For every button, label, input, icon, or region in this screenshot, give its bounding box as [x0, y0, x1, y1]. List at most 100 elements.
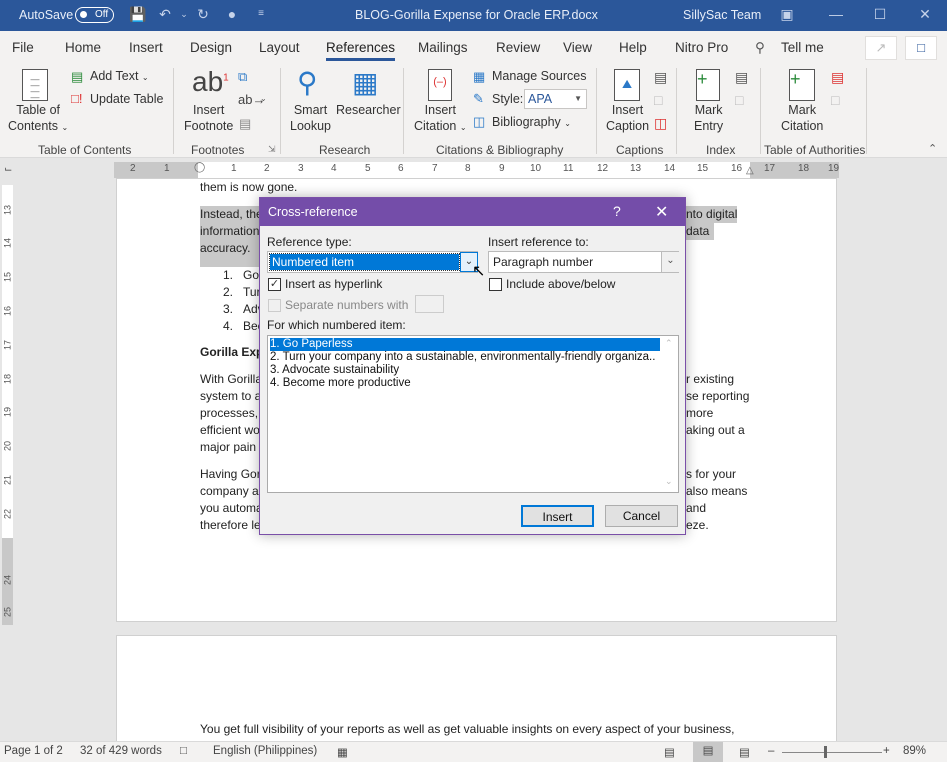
- word-count[interactable]: 32 of 429 words: [80, 745, 162, 757]
- tab-review[interactable]: Review: [496, 40, 540, 55]
- insert-table-of-figures-icon[interactable]: ▤: [654, 69, 667, 86]
- vertical-ruler[interactable]: 13 14 15 16 17 18 19 20 21 22 24 25: [2, 185, 13, 625]
- update-table-figures-icon[interactable]: □: [654, 92, 662, 108]
- undo-dropdown-icon[interactable]: ⌄: [176, 6, 192, 22]
- ruler-number: 14: [2, 238, 13, 249]
- insert-index-icon[interactable]: ▤: [735, 69, 748, 86]
- right-indent-marker[interactable]: △: [746, 165, 754, 176]
- maximize-icon[interactable]: ☐: [872, 6, 888, 22]
- separate-numbers-checkbox[interactable]: [268, 299, 281, 312]
- tab-help[interactable]: Help: [619, 40, 647, 55]
- researcher-button[interactable]: Researcher: [336, 102, 401, 118]
- minimize-icon[interactable]: —: [828, 6, 844, 22]
- bibliography-button[interactable]: Bibliography ⌄: [492, 115, 571, 129]
- undo-icon[interactable]: ↶: [157, 6, 173, 22]
- tab-layout[interactable]: Layout: [259, 40, 300, 55]
- mark-entry-button[interactable]: Mark Entry: [694, 102, 723, 134]
- search-icon[interactable]: ⚲: [755, 40, 765, 56]
- read-mode-icon[interactable]: ▤: [664, 745, 675, 759]
- language[interactable]: English (Philippines): [213, 745, 317, 757]
- tab-file[interactable]: File: [12, 40, 34, 55]
- share-button[interactable]: ↗: [865, 36, 897, 60]
- entry-label-1: Mark: [694, 103, 723, 117]
- paragraph-line: and: [686, 501, 707, 515]
- section-heading: Gorilla Exp: [200, 345, 264, 359]
- insert-citation-button[interactable]: Insert Citation ⌄: [414, 102, 467, 136]
- proofing-icon[interactable]: □: [180, 745, 187, 757]
- customize-qat-icon[interactable]: ≡: [253, 6, 269, 22]
- cancel-button[interactable]: Cancel: [605, 505, 678, 527]
- citation-style-select[interactable]: APA ▼: [524, 89, 587, 109]
- tab-insert[interactable]: Insert: [129, 40, 163, 55]
- list-item[interactable]: 4. Become more productive: [270, 377, 411, 390]
- zoom-out-button[interactable]: –: [768, 745, 774, 757]
- hyperlink-checkbox[interactable]: ✓: [268, 278, 281, 291]
- zoom-level[interactable]: 89%: [903, 745, 926, 757]
- tab-design[interactable]: Design: [190, 40, 232, 55]
- zoom-slider-thumb[interactable]: [824, 746, 827, 758]
- update-index-icon[interactable]: □: [735, 92, 743, 108]
- manage-sources-button[interactable]: Manage Sources: [492, 69, 587, 83]
- table-of-contents-button[interactable]: Table of Contents ⌄: [8, 102, 68, 136]
- insert-endnote-icon[interactable]: ⧉: [238, 69, 247, 85]
- list-item-selected[interactable]: 1. Go Paperless: [270, 338, 660, 351]
- scroll-up-icon[interactable]: ⌃: [665, 338, 673, 349]
- update-toa-icon[interactable]: □: [831, 92, 839, 108]
- accessibility-icon[interactable]: ▦: [337, 745, 348, 759]
- tab-references[interactable]: References: [326, 40, 396, 61]
- numbered-item-list[interactable]: 1. Go Paperless 2. Turn your company int…: [267, 335, 679, 493]
- insert-reference-select[interactable]: Paragraph number ⌄: [488, 251, 679, 273]
- separator-input[interactable]: [415, 295, 444, 313]
- record-icon[interactable]: ●: [224, 6, 240, 22]
- scroll-down-icon[interactable]: ⌄: [665, 476, 673, 487]
- cross-reference-icon[interactable]: ◫: [654, 115, 667, 132]
- autosave-toggle[interactable]: Off: [75, 7, 114, 23]
- ruler-number: 8: [465, 163, 471, 174]
- smart-lookup-button[interactable]: Smart Lookup: [290, 102, 331, 134]
- zoom-slider[interactable]: [782, 752, 882, 753]
- footnote-label-1: Insert: [193, 103, 225, 117]
- ruler-number: 16: [2, 306, 13, 317]
- tab-nitro-pro[interactable]: Nitro Pro: [675, 40, 728, 55]
- close-icon[interactable]: ✕: [655, 202, 668, 222]
- web-layout-icon[interactable]: ▤: [739, 745, 750, 759]
- insert-toa-icon[interactable]: ▤: [831, 69, 844, 86]
- group-label-citations: Citations & Bibliography: [436, 143, 564, 157]
- mark-citation-button[interactable]: Mark Citation: [781, 102, 823, 134]
- reference-type-select[interactable]: Numbered item ⌄: [267, 251, 478, 273]
- tell-me-input[interactable]: Tell me: [781, 40, 824, 55]
- footnotes-dialog-launcher-icon[interactable]: ⇲: [268, 144, 276, 155]
- include-above-below-checkbox[interactable]: [489, 278, 502, 291]
- insert-footnote-button[interactable]: Insert Footnote: [184, 102, 233, 134]
- ribbon-display-icon[interactable]: ▣: [779, 6, 795, 22]
- comments-button[interactable]: □: [905, 36, 937, 60]
- insert-button[interactable]: Insert: [521, 505, 594, 527]
- tab-mailings[interactable]: Mailings: [418, 40, 468, 55]
- insert-caption-button[interactable]: Insert Caption: [606, 102, 649, 134]
- chevron-down-icon[interactable]: ⌄: [661, 252, 679, 272]
- page-count[interactable]: Page 1 of 2: [4, 745, 63, 757]
- tab-home[interactable]: Home: [65, 40, 101, 55]
- first-line-indent-marker[interactable]: ◯: [194, 162, 205, 173]
- next-footnote-dropdown-icon[interactable]: ⌄: [260, 94, 267, 103]
- zoom-in-button[interactable]: +: [883, 745, 890, 757]
- add-text-button[interactable]: Add Text ⌄: [90, 69, 149, 83]
- list-item[interactable]: 2. Turn your company into a sustainable,…: [270, 351, 655, 364]
- show-notes-icon[interactable]: ▤: [239, 116, 251, 132]
- print-layout-icon[interactable]: ▤: [693, 742, 723, 762]
- close-icon[interactable]: ✕: [917, 6, 933, 22]
- user-name[interactable]: SillySac Team: [683, 8, 761, 22]
- ruler-number: 2: [264, 163, 270, 174]
- tab-view[interactable]: View: [563, 40, 592, 55]
- dialog-title-bar[interactable]: Cross-reference ? ✕: [260, 198, 685, 226]
- list-item[interactable]: 3. Advocate sustainability: [270, 364, 399, 377]
- paragraph-line: You get full visibility of your reports …: [200, 722, 735, 736]
- update-table-button[interactable]: Update Table: [90, 92, 163, 106]
- help-button[interactable]: ?: [613, 203, 621, 219]
- horizontal-ruler[interactable]: 2 1 ◯ 1 2 3 4 5 6 7 8 9 10 11 12 13 14 1…: [114, 162, 839, 178]
- save-icon[interactable]: 💾: [129, 6, 146, 22]
- tab-stop-selector[interactable]: ⌙: [4, 164, 14, 176]
- redo-icon[interactable]: ↻: [195, 6, 211, 22]
- collapse-ribbon-icon[interactable]: ⌃: [928, 142, 937, 155]
- document-page-2[interactable]: You get full visibility of your reports …: [116, 635, 837, 755]
